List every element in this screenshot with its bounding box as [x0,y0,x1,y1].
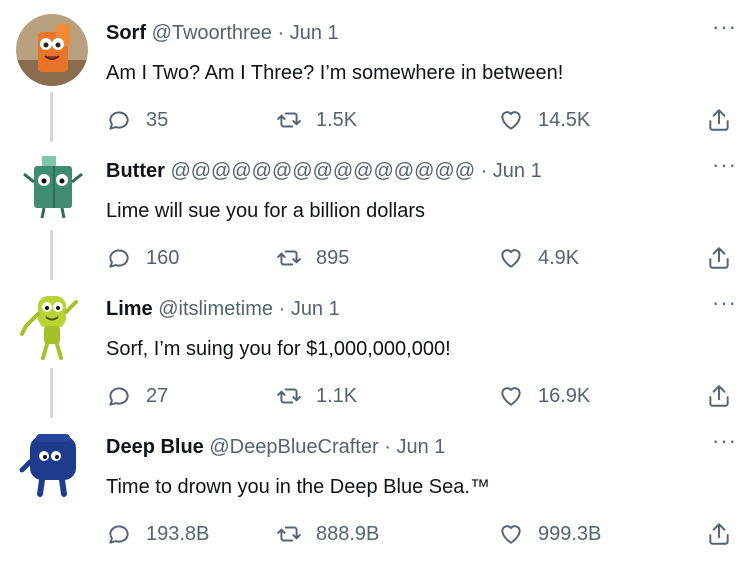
like-button[interactable]: 999.3B [498,514,601,554]
like-button[interactable]: 16.9K [498,376,590,416]
like-count: 999.3B [538,522,602,545]
tweet[interactable]: Butter @@@@@@@@@@@@@@@ · Jun 1 ··· Lime … [0,138,755,276]
tweet-header: Deep Blue @DeepBlueCrafter · Jun 1 [106,436,445,459]
heart-icon [501,387,521,406]
reply-button[interactable]: 193.8B [106,514,209,554]
retweet-count: 1.5K [316,108,358,131]
reply-count: 193.8B [146,522,210,545]
tweet-date[interactable]: Jun 1 [290,22,339,44]
share-icon [709,385,729,407]
tweet[interactable]: Deep Blue @DeepBlueCrafter · Jun 1 ··· T… [0,414,755,552]
more-options-button[interactable]: ··· [712,14,737,40]
separator-dot: · [384,436,391,458]
separator-dot: · [277,22,285,44]
tweet-date[interactable]: Jun 1 [291,298,340,320]
like-count: 14.5K [538,108,591,131]
tweet-text: Time to drown you in the Deep Blue Sea.™ [106,476,490,498]
tweet-header: Sorf @Twoorthree · Jun 1 [106,22,339,45]
reply-count: 35 [146,108,169,131]
like-button[interactable]: 14.5K [498,100,590,140]
share-button[interactable] [706,376,732,416]
tweet-actions: 27 1.1K 16.9K [106,376,736,416]
heart-icon [501,525,521,544]
retweet-button[interactable]: 895 [276,238,349,278]
handle[interactable]: @Twoorthree [152,22,272,44]
display-name[interactable]: Sorf [106,22,146,44]
more-options-button[interactable]: ··· [712,152,737,178]
retweet-button[interactable]: 1.1K [276,376,357,416]
share-icon [709,109,729,131]
separator-dot: · [480,160,488,182]
reply-button[interactable]: 35 [106,100,168,140]
like-count: 4.9K [538,246,580,269]
tweet-actions: 160 895 4.9K [106,238,736,278]
retweet-icon [277,526,301,542]
reply-button[interactable]: 27 [106,376,168,416]
tweet-text: Am I Two? Am I Three? I’m somewhere in b… [106,62,564,84]
reply-count: 160 [146,246,180,269]
retweet-button[interactable]: 1.5K [276,100,357,140]
reply-count: 27 [146,384,169,407]
like-button[interactable]: 4.9K [498,238,579,278]
tweet-header: Butter @@@@@@@@@@@@@@@ · Jun 1 [106,160,542,183]
retweet-button[interactable]: 888.9B [276,514,379,554]
tweet-text: Sorf, I’m suing you for $1,000,000,000! [106,338,451,360]
lime-avatar[interactable] [16,290,88,362]
more-options-button[interactable]: ··· [712,290,737,316]
share-button[interactable] [706,100,732,140]
display-name[interactable]: Butter [106,160,165,182]
display-name[interactable]: Lime [106,298,153,320]
heart-icon [501,249,521,268]
tweet-text: Lime will sue you for a billion dollars [106,200,426,222]
reply-button[interactable]: 160 [106,238,179,278]
deep-blue-avatar[interactable] [16,428,88,500]
tweet[interactable]: Lime @itslimetime · Jun 1 ··· Sorf, I’m … [0,276,755,414]
retweet-count: 895 [316,246,350,269]
retweet-icon [277,112,301,128]
tweet-date[interactable]: Jun 1 [493,160,542,182]
share-button[interactable] [706,514,732,554]
butter-avatar[interactable] [16,152,88,224]
reply-icon [109,111,129,130]
separator-dot: · [278,298,286,320]
share-icon [709,247,729,269]
tweet-date[interactable]: Jun 1 [396,436,445,458]
share-button[interactable] [706,238,732,278]
handle[interactable]: @DeepBlueCrafter [209,436,378,458]
retweet-count: 1.1K [316,384,358,407]
sorf-avatar[interactable] [16,14,88,86]
tweet[interactable]: Sorf @Twoorthree · Jun 1 ··· Am I Two? A… [0,0,755,138]
heart-icon [501,111,521,130]
retweet-icon [277,250,301,266]
reply-icon [109,249,129,268]
retweet-icon [277,388,301,404]
handle[interactable]: @itslimetime [158,298,273,320]
handle[interactable]: @@@@@@@@@@@@@@@ [170,160,475,182]
more-options-button[interactable]: ··· [712,428,737,454]
tweet-actions: 35 1.5K 14.5K [106,100,736,140]
reply-icon [109,525,129,544]
retweet-count: 888.9B [316,522,380,545]
like-count: 16.9K [538,384,591,407]
share-icon [709,523,729,545]
tweet-actions: 193.8B 888.9B 999.3B [106,514,736,554]
tweet-header: Lime @itslimetime · Jun 1 [106,298,340,321]
display-name[interactable]: Deep Blue [106,436,204,458]
reply-icon [109,387,129,406]
